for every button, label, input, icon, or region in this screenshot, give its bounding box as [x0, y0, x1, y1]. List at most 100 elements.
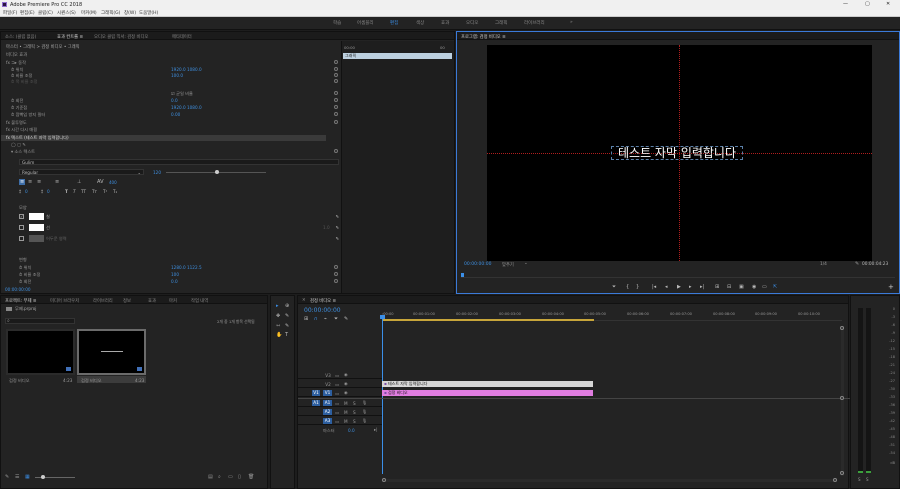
eye-icon[interactable]: ◉	[344, 372, 348, 377]
transform-position[interactable]: ⏱ 위치 1280.0 1122.5	[1, 265, 341, 271]
quality-dropdown[interactable]: 1/4	[820, 262, 827, 267]
mute-button[interactable]: M	[344, 401, 348, 406]
timeline-timecode[interactable]: 00:00:00:00	[304, 307, 341, 314]
font-dropdown[interactable]: Gulim	[19, 159, 339, 165]
track-v1[interactable]: V1 V1 ▭ ◉	[298, 390, 382, 397]
program-video-canvas[interactable]: 테스트 자막 입력합니다	[487, 45, 872, 261]
stroke-row[interactable]: 선 1.0 ✎	[1, 224, 341, 231]
slider-handle[interactable]	[215, 170, 219, 174]
comparison-view-icon[interactable]: ▭	[762, 284, 767, 290]
automate-to-sequence-icon[interactable]: ▤	[208, 474, 213, 480]
mark-out-icon[interactable]: }	[636, 284, 639, 290]
reset-icon[interactable]	[334, 265, 338, 269]
align-center-icon[interactable]: ≡	[28, 179, 32, 185]
property-time-remap[interactable]: fx 시간 다시 매핑	[1, 127, 341, 133]
track-v2[interactable]: V2 ▭ ◉	[298, 381, 382, 388]
export-frame-icon[interactable]: ▣	[739, 284, 744, 290]
menu-window[interactable]: 창(W)	[124, 10, 136, 16]
property-value[interactable]: 1920.0 1080.0	[171, 105, 202, 110]
vertical-align-icon[interactable]: ⊥	[77, 179, 81, 185]
hand-tool-icon[interactable]: ✋	[276, 332, 282, 338]
timeline-ruler[interactable]: :00:00 00:00:01:00 00:00:02:00 00:00:03:…	[382, 309, 842, 321]
faux-italic-icon[interactable]: T	[73, 189, 76, 194]
fill-swatch[interactable]	[29, 213, 44, 220]
leading-value[interactable]: 0	[47, 189, 50, 194]
solo-button[interactable]: S	[353, 401, 356, 406]
eyedropper-icon[interactable]: ✎	[335, 236, 339, 241]
property-value[interactable]: 0.00	[171, 112, 180, 117]
timeline-clip-text[interactable]: ▪ 테스트 자막 입력합니다	[382, 381, 593, 387]
playhead-icon[interactable]	[461, 273, 464, 277]
reset-icon[interactable]	[334, 60, 338, 64]
master-value[interactable]: 0.0	[348, 428, 355, 433]
tab-media-browser[interactable]: 미디어 브라우저	[50, 298, 79, 304]
settings-wrench-icon[interactable]: ✎	[855, 261, 859, 267]
mute-button[interactable]: M	[344, 410, 348, 415]
stroke-swatch[interactable]	[29, 224, 44, 231]
lock-icon[interactable]: ▭	[335, 373, 339, 378]
property-value[interactable]: 0.0	[171, 279, 178, 284]
breadcrumb[interactable]: 마스터 • 그래픽 > 검정 비디오 • 그래픽	[6, 44, 80, 50]
icon-view-icon[interactable]: ▦	[25, 474, 30, 480]
lock-icon[interactable]: ▭	[335, 401, 339, 406]
workspace-libraries[interactable]: 라이브러리	[524, 20, 545, 26]
reset-icon[interactable]	[334, 91, 338, 95]
tab-program[interactable]: 프로그램: 검정 비디오 ≡	[461, 34, 506, 40]
eyedropper-icon[interactable]: ✎	[335, 214, 339, 219]
mic-icon[interactable]: 🎙	[362, 418, 367, 424]
checkbox-label[interactable]: ☑ 균일 비율	[171, 91, 193, 97]
faux-bold-icon[interactable]: T	[65, 189, 68, 194]
eye-icon[interactable]: ◉	[344, 390, 348, 395]
property-value[interactable]: 1280.0 1122.5	[171, 265, 202, 270]
track-v3[interactable]: V3 ▭ ◉	[298, 372, 382, 379]
property-motion[interactable]: fx ⊐▸ 동작	[1, 60, 341, 66]
reset-icon[interactable]	[334, 272, 338, 276]
workspace-more[interactable]: »	[570, 20, 573, 25]
property-value[interactable]: 0.0	[171, 98, 178, 103]
play-icon[interactable]: ▶	[677, 284, 681, 290]
source-patch-a1[interactable]: A1	[312, 400, 320, 406]
stroke-checkbox[interactable]	[19, 225, 24, 230]
lock-icon[interactable]: ▭	[335, 382, 339, 387]
timeline-settings-icon[interactable]: ✎	[344, 316, 348, 322]
shadow-checkbox[interactable]	[19, 236, 24, 241]
solo-left-button[interactable]: S	[858, 477, 861, 482]
scroll-handle[interactable]	[833, 478, 837, 482]
scroll-handle[interactable]	[840, 471, 844, 475]
vr-video-icon[interactable]: ◉	[752, 284, 756, 290]
reset-icon[interactable]	[334, 112, 338, 116]
reset-icon[interactable]	[334, 279, 338, 283]
workspace-graphics[interactable]: 그래픽	[495, 20, 507, 26]
solo-right-button[interactable]: S	[866, 477, 869, 482]
snap-icon[interactable]: ∩	[314, 316, 318, 322]
tab-source[interactable]: 소스: (클립 없음)	[5, 34, 36, 40]
reset-icon[interactable]	[334, 120, 338, 124]
mark-in-icon[interactable]: {	[626, 284, 629, 290]
selection-tool-icon[interactable]: ▸	[276, 303, 279, 309]
property-source-text[interactable]: ▾ 소스 텍스트	[1, 149, 341, 155]
nest-icon[interactable]: ⊞	[304, 316, 308, 322]
workspace-learn[interactable]: 학습	[333, 20, 341, 26]
chevron-down-icon[interactable]: ⌄	[524, 261, 528, 266]
mic-icon[interactable]: 🎙	[362, 400, 367, 406]
font-size-slider[interactable]	[166, 170, 266, 174]
tracking-value[interactable]: 0	[25, 189, 28, 194]
workspace-color[interactable]: 색상	[416, 20, 424, 26]
type-tool-icon[interactable]: T	[285, 332, 288, 338]
eye-icon[interactable]: ◉	[344, 381, 348, 386]
track-select-tool-icon[interactable]: ⊕	[285, 303, 289, 309]
go-to-in-icon[interactable]: |◂	[652, 284, 656, 290]
source-patch-v1[interactable]: V1	[312, 390, 320, 396]
lock-icon[interactable]: ▭	[335, 410, 339, 415]
track-a3[interactable]: A3 ▭ M S 🎙	[298, 418, 382, 425]
video-audio-divider[interactable]	[298, 398, 850, 399]
menu-edit[interactable]: 편집(E)	[20, 10, 35, 16]
add-marker-icon[interactable]: ⏷	[334, 316, 338, 322]
lock-icon[interactable]: ▭	[335, 419, 339, 424]
transform-scale[interactable]: ⏱ 비율 조정 100	[1, 272, 341, 278]
property-text-layer[interactable]: fx 텍스트 (테스트 자막 입력합니다)	[1, 135, 326, 141]
transform-rotation[interactable]: ⏱ 회전 0.0	[1, 279, 341, 285]
solo-button[interactable]: S	[353, 419, 356, 424]
timeline-vertical-scroll[interactable]	[840, 326, 844, 476]
step-back-icon[interactable]: ◂	[665, 284, 668, 290]
